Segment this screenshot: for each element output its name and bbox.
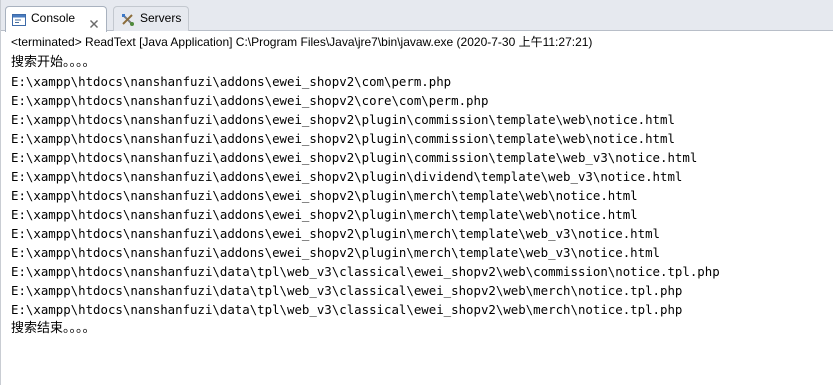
console-icon: [12, 12, 26, 26]
view-tab-bar: Console Servers: [1, 0, 833, 32]
tab-servers[interactable]: Servers: [113, 6, 189, 31]
output-line: E:\xampp\htdocs\nanshanfuzi\addons\ewei_…: [11, 188, 638, 203]
process-status-line: <terminated> ReadText [Java Application]…: [11, 35, 593, 49]
output-line: E:\xampp\htdocs\nanshanfuzi\addons\ewei_…: [11, 112, 675, 127]
console-output: 搜索开始。。。。 E:\xampp\htdocs\nanshanfuzi\addo…: [11, 53, 831, 338]
output-line: E:\xampp\htdocs\nanshanfuzi\data\tpl\web…: [11, 283, 683, 298]
output-line: 搜索开始。。。。: [11, 55, 96, 70]
output-line: E:\xampp\htdocs\nanshanfuzi\addons\ewei_…: [11, 245, 661, 260]
console-view: Console Servers <terminated> ReadText [J…: [0, 0, 833, 385]
output-line: E:\xampp\htdocs\nanshanfuzi\addons\ewei_…: [11, 131, 675, 146]
output-line: 搜索结束。。。。: [11, 321, 96, 336]
close-icon[interactable]: [89, 14, 99, 28]
output-line: E:\xampp\htdocs\nanshanfuzi\addons\ewei_…: [11, 150, 698, 165]
tab-console-label: Console: [31, 11, 76, 25]
output-line: E:\xampp\htdocs\nanshanfuzi\data\tpl\web…: [11, 264, 720, 279]
output-line: E:\xampp\htdocs\nanshanfuzi\addons\ewei_…: [11, 169, 683, 184]
output-line: E:\xampp\htdocs\nanshanfuzi\addons\ewei_…: [11, 74, 452, 89]
tab-console[interactable]: Console: [5, 6, 107, 32]
tab-servers-label: Servers: [140, 11, 182, 25]
output-line: E:\xampp\htdocs\nanshanfuzi\addons\ewei_…: [11, 207, 638, 222]
servers-icon: [121, 12, 135, 26]
output-line: E:\xampp\htdocs\nanshanfuzi\addons\ewei_…: [11, 226, 661, 241]
output-line: E:\xampp\htdocs\nanshanfuzi\data\tpl\web…: [11, 302, 683, 317]
output-line: E:\xampp\htdocs\nanshanfuzi\addons\ewei_…: [11, 93, 489, 108]
